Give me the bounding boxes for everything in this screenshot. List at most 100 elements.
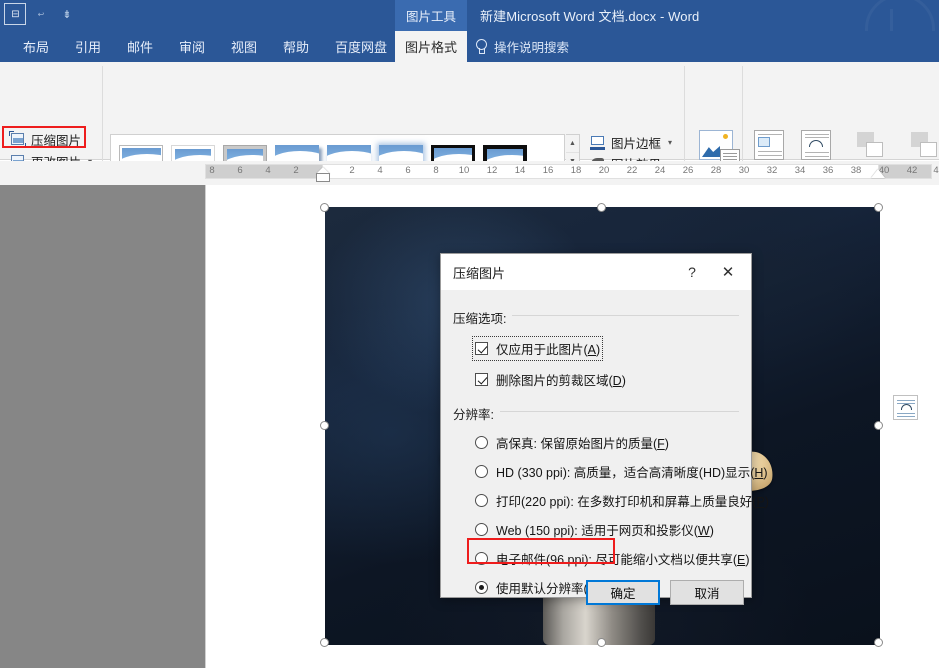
quick-access-toolbar[interactable]: ⊟ ↩ ⇟ (4, 3, 78, 25)
ruler-tick: 28 (711, 165, 722, 176)
print-220-label: 打印(220 ppi): 在多数打印机和屏幕上质量良好(P) (496, 491, 769, 510)
compress-pictures-dialog[interactable]: 压缩图片 ? ✕ 压缩选项: 仅应用于此图片(A) 删除图片的剪裁区域(D) 分… (440, 253, 752, 598)
tab-picture-format[interactable]: 图片格式 (395, 31, 467, 62)
layout-options-button[interactable] (893, 395, 918, 420)
dialog-title-bar[interactable]: 压缩图片 ? ✕ (441, 254, 751, 290)
ruler-tick: 4 (933, 165, 938, 176)
document-title: 新建Microsoft Word 文档.docx - Word (480, 0, 699, 31)
ruler-tick: 20 (599, 165, 610, 176)
ruler-tick: 4 (265, 165, 270, 176)
customize-quick-access-icon[interactable]: ⇟ (56, 3, 78, 25)
high-fidelity-radio[interactable] (475, 436, 488, 449)
compress-picture-button[interactable]: 压缩图片 (6, 128, 101, 150)
ruler-tick: 32 (767, 165, 778, 176)
cancel-button[interactable]: 取消 (670, 580, 744, 605)
apply-only-to-this-picture-checkbox[interactable] (475, 342, 488, 355)
layout-options-icon (897, 399, 914, 416)
tab-view[interactable]: 视图 (222, 31, 266, 62)
horizontal-ruler[interactable]: 8 6 4 2 2 4 6 8 10 12 14 16 18 20 22 24 … (0, 161, 939, 185)
hd-330-radio[interactable] (475, 465, 488, 478)
ruler-tick: 18 (571, 165, 582, 176)
ruler-tick: 8 (433, 165, 438, 176)
radio-row-high-fidelity[interactable]: 高保真: 保留原始图片的质量(F) (475, 433, 669, 452)
picture-border-label: 图片边框 (611, 133, 661, 152)
left-indent-marker[interactable] (316, 173, 330, 182)
delete-cropped-areas-label: 删除图片的剪裁区域(D) (496, 370, 626, 389)
radio-row-email-96[interactable]: 电子邮件(96 ppi): 尽可能缩小文档以便共享(E) (475, 549, 750, 568)
ruler-tick: 4 (377, 165, 382, 176)
picture-border-icon (590, 135, 606, 151)
print-220-radio[interactable] (475, 494, 488, 507)
web-150-radio[interactable] (475, 523, 488, 536)
right-indent-marker[interactable] (871, 169, 885, 178)
canvas-left-gutter (0, 185, 205, 668)
hd-330-label: HD (330 ppi): 高质量，适合高清晰度(HD)显示(H) (496, 462, 768, 481)
radio-row-use-default[interactable]: 使用默认分辨率(U) (475, 578, 601, 597)
delete-cropped-areas-checkbox[interactable] (475, 373, 488, 386)
selection-handle-top-center[interactable] (597, 203, 606, 212)
close-icon[interactable]: ✕ (711, 261, 745, 283)
delete-cropped-areas-checkbox-row[interactable]: 删除图片的剪裁区域(D) (475, 370, 626, 389)
ruler-tick: 2 (293, 165, 298, 176)
selection-handle-bottom-left[interactable] (320, 638, 329, 647)
tab-mailings[interactable]: 邮件 (118, 31, 162, 62)
ruler-tick: 14 (515, 165, 526, 176)
email-96-label: 电子邮件(96 ppi): 尽可能缩小文档以便共享(E) (496, 549, 750, 568)
picture-border-button[interactable]: 图片边框 ▾ (590, 132, 672, 153)
ruler-tick: 6 (405, 165, 410, 176)
ruler-tick: 30 (739, 165, 750, 176)
compress-picture-label: 压缩图片 (31, 130, 81, 149)
radio-row-web-150[interactable]: Web (150 ppi): 适用于网页和投影仪(W) (475, 520, 714, 539)
dialog-body: 压缩选项: 仅应用于此图片(A) 删除图片的剪裁区域(D) 分辨率: 高保真: … (441, 290, 751, 597)
ruler-tick: 34 (795, 165, 806, 176)
position-icon (754, 130, 784, 160)
selection-handle-top-left[interactable] (320, 203, 329, 212)
tell-me-search[interactable]: 操作说明搜索 (474, 31, 569, 62)
help-icon[interactable]: ? (679, 261, 705, 283)
ribbon: 压缩图片 更改图片 ▾ 重置图片 ▾ ▲ ▼ ▾ 图片样式 图片边框 (0, 62, 939, 160)
selection-handle-middle-left[interactable] (320, 421, 329, 430)
tab-review[interactable]: 审阅 (170, 31, 214, 62)
save-icon[interactable]: ⊟ (4, 3, 26, 25)
undo-icon[interactable]: ↩ (30, 3, 52, 25)
tell-me-label: 操作说明搜索 (494, 37, 569, 56)
selection-handle-middle-right[interactable] (874, 421, 883, 430)
lightbulb-icon (474, 39, 487, 55)
ruler-tick: 24 (655, 165, 666, 176)
ruler-tick: 2 (349, 165, 354, 176)
selection-handle-bottom-center[interactable] (597, 638, 606, 647)
tab-layout[interactable]: 布局 (14, 31, 58, 62)
chevron-down-icon[interactable]: ▾ (668, 138, 672, 147)
dialog-title: 压缩图片 (453, 263, 505, 282)
ruler-tick: 16 (543, 165, 554, 176)
ruler-tick: 8 (209, 165, 214, 176)
watermark-logo (865, 0, 935, 31)
tab-help[interactable]: 帮助 (274, 31, 318, 62)
radio-row-print-220[interactable]: 打印(220 ppi): 在多数打印机和屏幕上质量良好(P) (475, 491, 769, 510)
selection-handle-top-right[interactable] (874, 203, 883, 212)
tab-baidu-netdisk[interactable]: 百度网盘 (326, 31, 396, 62)
ribbon-tab-strip[interactable]: 布局 引用 邮件 审阅 视图 帮助 百度网盘 图片格式 操作说明搜索 (0, 31, 939, 62)
ruler-tick: 36 (823, 165, 834, 176)
compress-picture-icon (9, 131, 26, 148)
ruler-left-margin (205, 164, 323, 179)
send-backward-icon (909, 130, 939, 160)
ruler-tick: 6 (237, 165, 242, 176)
ruler-tick: 22 (627, 165, 638, 176)
apply-only-to-this-picture-label: 仅应用于此图片(A) (496, 339, 600, 358)
tab-references[interactable]: 引用 (66, 31, 110, 62)
high-fidelity-label: 高保真: 保留原始图片的质量(F) (496, 433, 669, 452)
email-96-radio[interactable] (475, 552, 488, 565)
use-default-resolution-radio[interactable] (475, 581, 488, 594)
ruler-tick: 42 (907, 165, 918, 176)
alt-text-icon (699, 130, 733, 160)
radio-row-hd-330[interactable]: HD (330 ppi): 高质量，适合高清晰度(HD)显示(H) (475, 462, 768, 481)
gallery-scroll-up-icon[interactable]: ▲ (566, 135, 579, 153)
picture-tools-contextual-label: 图片工具 (395, 0, 467, 31)
apply-only-to-this-picture-checkbox-row[interactable]: 仅应用于此图片(A) (475, 339, 600, 358)
bring-forward-icon (855, 130, 885, 160)
wrap-text-icon (801, 130, 831, 160)
selection-handle-bottom-right[interactable] (874, 638, 883, 647)
ruler-tick: 12 (487, 165, 498, 176)
ok-button[interactable]: 确定 (586, 580, 660, 605)
